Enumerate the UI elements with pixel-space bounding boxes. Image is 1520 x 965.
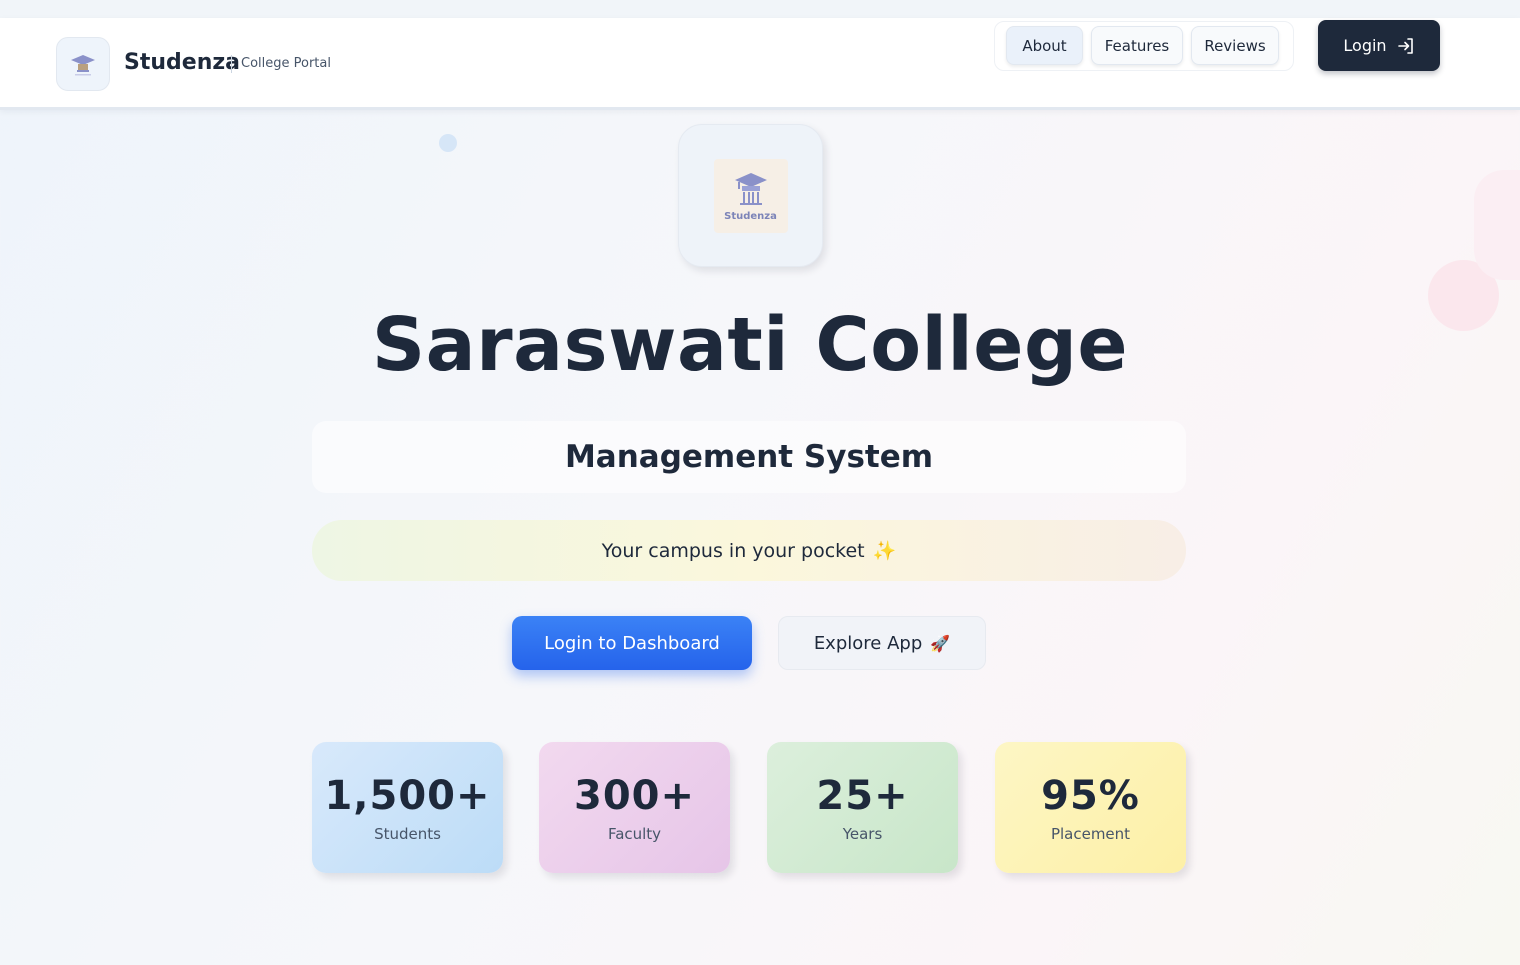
stat-card-years: 25+ Years (767, 742, 958, 873)
hero-logo: Studenza (713, 158, 788, 233)
login-button-label: Login (1343, 36, 1387, 55)
login-button[interactable]: Login (1318, 20, 1440, 71)
login-arrow-icon (1397, 37, 1413, 54)
stat-card-faculty: 300+ Faculty (539, 742, 730, 873)
explore-app-button[interactable]: Explore App 🚀 (778, 616, 986, 670)
brand-name[interactable]: Studenza (124, 50, 240, 75)
brand-subtitle: College Portal (241, 56, 331, 71)
graduation-cap-icon (71, 55, 95, 76)
hero-logo-text: Studenza (724, 211, 777, 222)
nav-link-about[interactable]: About (1006, 26, 1083, 65)
stat-label: Students (374, 824, 441, 843)
brand-logo[interactable] (56, 37, 110, 91)
stat-value: 1,500+ (324, 772, 491, 819)
stat-card-placement: 95% Placement (995, 742, 1186, 873)
top-strip (0, 0, 1520, 18)
tagline-text: Your campus in your pocket (601, 539, 865, 562)
decor-blob-blue (439, 134, 457, 152)
stat-label: Placement (1050, 824, 1131, 843)
stat-value: 95% (1041, 772, 1140, 819)
nav-link-reviews[interactable]: Reviews (1191, 26, 1279, 65)
hero-title: Saraswati College (371, 302, 1129, 388)
stat-value: 25+ (816, 772, 909, 819)
decor-blob-pink-edge (1474, 170, 1520, 280)
hero-logo-card: Studenza (678, 124, 823, 267)
stat-card-students: 1,500+ Students (312, 742, 503, 873)
brand-divider (231, 55, 232, 73)
sparkles-icon: ✨ (872, 540, 897, 562)
stat-label: Faculty (607, 824, 662, 843)
hero-tagline: Your campus in your pocket ✨ (312, 520, 1186, 581)
college-building-icon (734, 173, 767, 205)
stat-value: 300+ (573, 772, 695, 819)
nav-link-features[interactable]: Features (1091, 26, 1183, 65)
login-dashboard-button[interactable]: Login to Dashboard (512, 616, 752, 670)
rocket-icon: 🚀 (930, 633, 951, 653)
explore-app-label: Explore App (813, 632, 923, 654)
stat-label: Years (842, 824, 883, 843)
hero-subtitle: Management System (312, 421, 1186, 493)
